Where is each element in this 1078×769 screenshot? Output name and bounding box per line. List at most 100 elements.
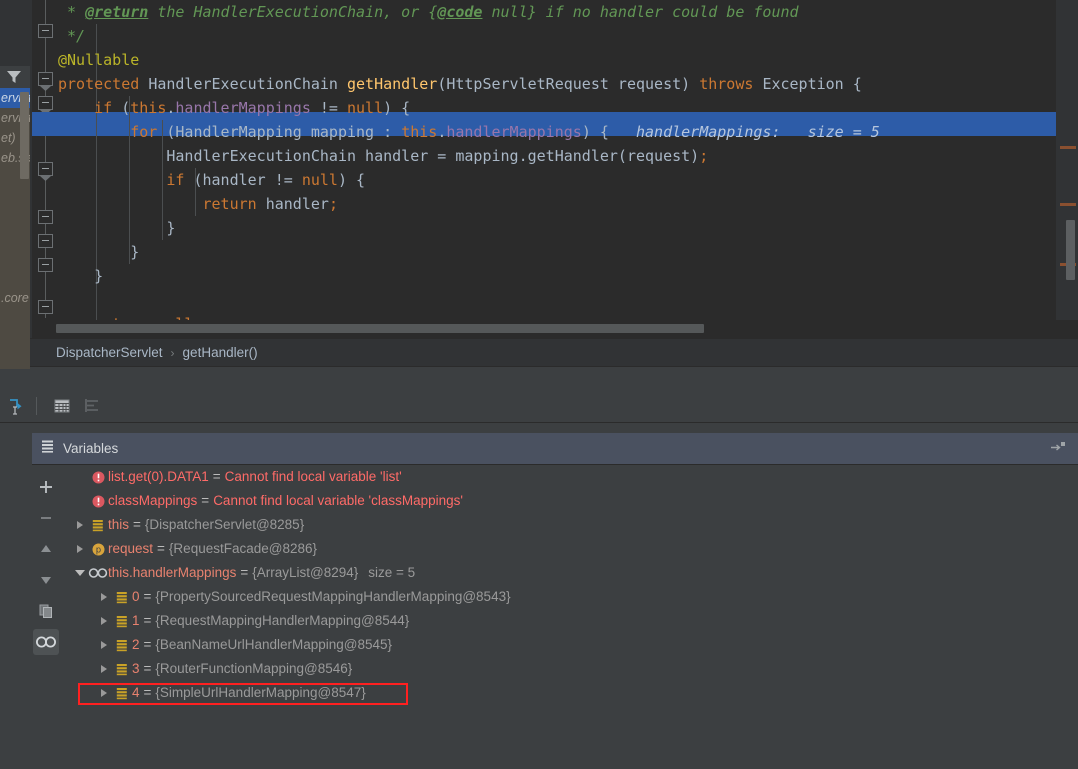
code-token: handler xyxy=(265,195,329,213)
editor-horizontal-scrollbar-thumb[interactable] xyxy=(56,324,704,333)
copy-watch-button[interactable] xyxy=(33,598,59,624)
variable-row[interactable]: classMappings = Cannot find local variable… xyxy=(62,489,1078,513)
code-line[interactable]: return handler; xyxy=(58,192,1056,216)
variable-value: Cannot find local variable 'list' xyxy=(224,469,402,484)
variable-value: {RequestFacade@8286} xyxy=(168,541,317,556)
code-token: * xyxy=(58,3,86,21)
sort-values-icon[interactable] xyxy=(79,393,105,419)
variable-equals: = xyxy=(157,541,165,556)
variable-value: Cannot find local variable 'classMapping… xyxy=(213,493,463,508)
variables-tree[interactable]: list.get(0).DATA1 = Cannot find local vari… xyxy=(62,465,1078,769)
code-line[interactable]: } xyxy=(58,240,1056,264)
chevron-right-icon[interactable] xyxy=(96,657,112,681)
jump-to-source-icon[interactable] xyxy=(4,393,30,419)
variable-equals: = xyxy=(143,685,152,700)
variable-name: list.get(0).DATA1 xyxy=(108,469,209,484)
variable-row[interactable]: 0 = {PropertySourcedRequestMappingHandlerM… xyxy=(62,585,1078,609)
fold-marker[interactable] xyxy=(38,258,53,272)
hide-panel-icon[interactable] xyxy=(1050,441,1066,460)
code-token: != xyxy=(310,99,347,117)
variable-row[interactable]: this.handlerMappings = {ArrayList@8294} siz… xyxy=(62,561,1078,585)
code-line[interactable]: return null; xyxy=(58,312,1056,320)
code-token: ; xyxy=(193,315,202,320)
code-line[interactable]: if (this.handlerMappings != null) { xyxy=(58,96,1056,120)
code-token: ; xyxy=(699,147,709,165)
frame-row[interactable] xyxy=(0,268,30,288)
code-line[interactable]: if (handler != null) { xyxy=(58,168,1056,192)
fold-marker[interactable] xyxy=(38,234,53,248)
table-view-icon[interactable] xyxy=(49,393,75,419)
frame-row[interactable] xyxy=(0,228,30,248)
chevron-right-icon[interactable] xyxy=(96,681,112,705)
variable-row[interactable]: 3 = {RouterFunctionMapping@8546} xyxy=(62,657,1078,681)
object-field-icon xyxy=(112,633,132,657)
editor-vertical-scrollbar[interactable] xyxy=(1066,220,1075,280)
filter-icon[interactable] xyxy=(5,69,23,90)
code-line[interactable]: @Nullable xyxy=(58,48,1056,72)
code-text[interactable]: * @return the HandlerExecutionChain, or … xyxy=(58,0,1056,320)
chevron-right-icon[interactable] xyxy=(72,513,88,537)
toolbar-separator xyxy=(36,397,37,415)
variable-equals: = xyxy=(143,661,152,676)
code-editor[interactable]: * @return the HandlerExecutionChain, or … xyxy=(0,0,1078,338)
breadcrumb-class[interactable]: DispatcherServlet xyxy=(56,345,163,360)
error-stripe-mark[interactable] xyxy=(1060,203,1076,206)
move-watch-down-button[interactable] xyxy=(33,567,59,593)
panel-divider[interactable] xyxy=(0,366,1078,367)
chevron-right-icon[interactable] xyxy=(96,585,112,609)
remove-watch-button[interactable] xyxy=(33,505,59,531)
watches-toggle-button[interactable] xyxy=(33,629,59,655)
variable-row[interactable]: this = {DispatcherServlet@8285} xyxy=(62,513,1078,537)
frame-row[interactable] xyxy=(0,248,30,268)
code-line[interactable]: } xyxy=(58,264,1056,288)
variable-name: request xyxy=(108,541,154,556)
code-token: null xyxy=(157,315,193,320)
variable-row[interactable]: 4 = {SimpleUrlHandlerMapping@8547} xyxy=(62,681,1078,705)
code-line[interactable]: * @return the HandlerExecutionChain, or … xyxy=(58,0,1056,24)
fold-marker[interactable] xyxy=(38,24,53,38)
frames-scrollbar[interactable] xyxy=(20,92,29,179)
chevron-right-icon[interactable] xyxy=(96,633,112,657)
fold-marker[interactable] xyxy=(38,162,53,176)
code-token: handlerMappings xyxy=(446,123,582,141)
variable-value: {DispatcherServlet@8285} xyxy=(144,517,305,532)
variable-row[interactable]: list.get(0).DATA1 = Cannot find local vari… xyxy=(62,465,1078,489)
code-token: } xyxy=(130,243,140,261)
error-stripe-mark[interactable] xyxy=(1060,146,1076,149)
variable-equals: = xyxy=(143,637,152,652)
frame-row[interactable] xyxy=(0,208,30,228)
code-token: . xyxy=(437,123,447,141)
code-line[interactable]: HandlerExecutionChain handler = mapping.… xyxy=(58,144,1056,168)
variable-name: 4 xyxy=(132,685,140,700)
variable-equals: = xyxy=(143,589,152,604)
code-token: ) { xyxy=(337,171,366,189)
fold-marker[interactable] xyxy=(38,72,53,86)
breadcrumb-method[interactable]: getHandler() xyxy=(183,345,258,360)
variable-equals: = xyxy=(133,517,141,532)
variables-tab[interactable]: Variables xyxy=(32,433,1078,465)
code-line[interactable] xyxy=(58,288,1056,312)
error-stripe-gutter[interactable] xyxy=(1056,0,1078,320)
move-watch-up-button[interactable] xyxy=(33,536,59,562)
add-watch-button[interactable] xyxy=(33,474,59,500)
variable-value: {PropertySourcedRequestMappingHandlerMap… xyxy=(155,589,511,604)
fold-marker[interactable] xyxy=(38,210,53,224)
fold-marker[interactable] xyxy=(38,96,53,110)
code-line[interactable]: for (HandlerMapping mapping : this.handl… xyxy=(58,120,1056,144)
code-token: (HttpServletRequest request) xyxy=(437,75,700,93)
chevron-right-icon[interactable] xyxy=(72,537,88,561)
variable-row[interactable]: 1 = {RequestMappingHandlerMapping@8544} xyxy=(62,609,1078,633)
chevron-right-icon[interactable] xyxy=(96,609,112,633)
chevron-down-icon[interactable] xyxy=(72,561,88,585)
code-line[interactable]: protected HandlerExecutionChain getHandl… xyxy=(58,72,1056,96)
code-line[interactable]: } xyxy=(58,216,1056,240)
fold-marker[interactable] xyxy=(38,300,53,314)
variable-row[interactable]: p request = {RequestFacade@8286} xyxy=(62,537,1078,561)
frame-row[interactable] xyxy=(0,188,30,208)
code-token: Exception { xyxy=(762,75,862,93)
parameter-icon: p xyxy=(88,537,108,561)
frame-row[interactable]: .core xyxy=(0,288,30,308)
code-token: this xyxy=(401,123,438,141)
variable-row[interactable]: 2 = {BeanNameUrlHandlerMapping@8545} xyxy=(62,633,1078,657)
code-line[interactable]: */ xyxy=(58,24,1056,48)
